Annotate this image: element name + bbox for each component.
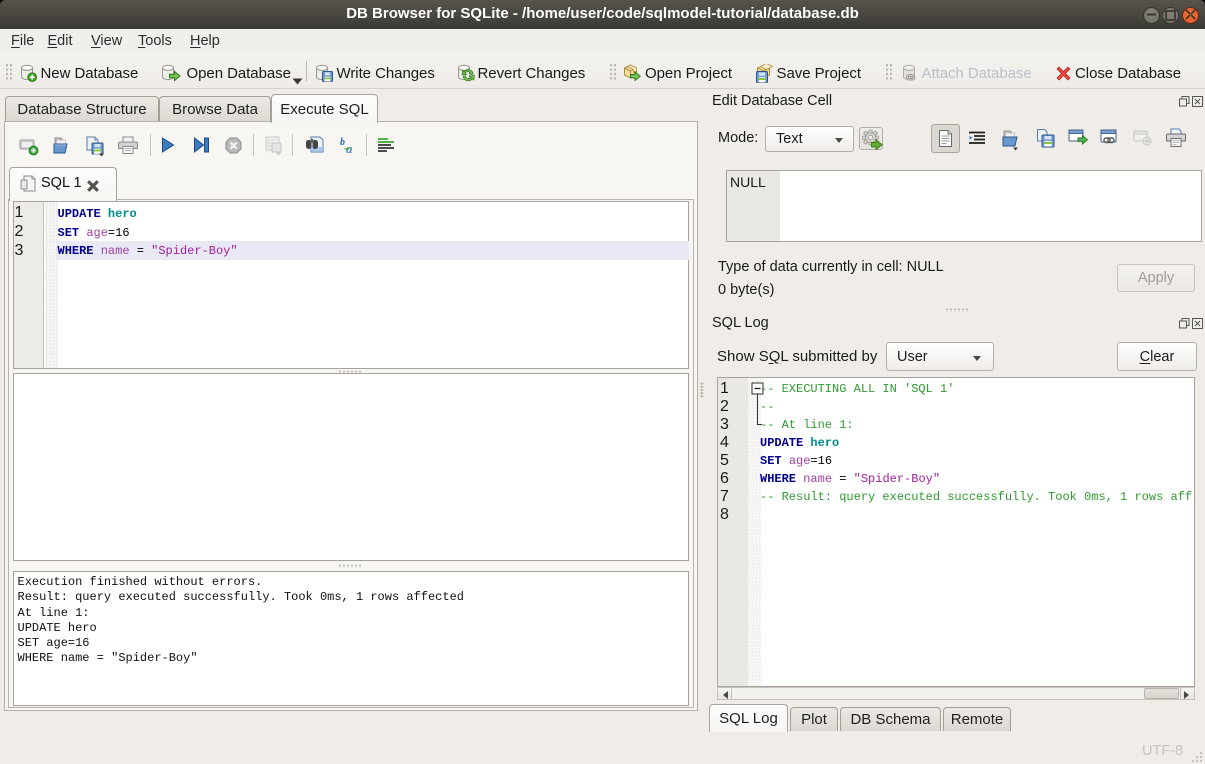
svg-text:b: b (340, 137, 345, 148)
